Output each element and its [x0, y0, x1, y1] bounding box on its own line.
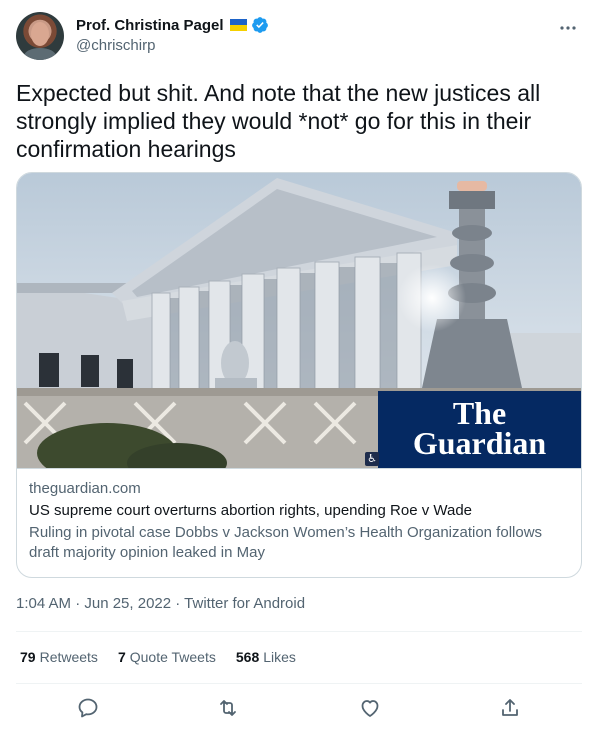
ukraine-flag-icon — [229, 19, 247, 31]
guardian-logo: The Guardian — [378, 391, 581, 468]
card-body[interactable]: theguardian.com US supreme court overtur… — [17, 468, 581, 563]
card-image[interactable]: The Guardian ♿ — [17, 173, 581, 468]
avatar[interactable] — [16, 12, 64, 60]
divider — [16, 683, 582, 684]
share-icon[interactable] — [498, 696, 522, 720]
tweet-stats: 79 Retweets 7 Quote Tweets 568 Likes — [20, 649, 296, 665]
tweet-timestamp[interactable]: 1:04 AM · Jun 25, 2022 · Twitter for And… — [16, 595, 305, 612]
link-card[interactable]: The Guardian ♿ theguardian.com US suprem… — [16, 172, 582, 578]
likes-stat[interactable]: 568 Likes — [236, 649, 296, 665]
user-info[interactable]: Prof. Christina Pagel @chrischirp — [76, 14, 269, 54]
accessibility-icon: ♿ — [365, 452, 379, 466]
tweet-actions — [16, 692, 582, 724]
reply-icon[interactable] — [76, 696, 100, 720]
retweets-stat[interactable]: 79 Retweets — [20, 649, 98, 665]
quote-tweets-stat[interactable]: 7 Quote Tweets — [118, 649, 216, 665]
retweet-icon[interactable] — [216, 696, 240, 720]
card-domain: theguardian.com — [29, 480, 141, 497]
more-icon[interactable] — [558, 18, 578, 38]
card-description: Ruling in pivotal case Dobbs v Jackson W… — [29, 524, 543, 561]
verified-badge-icon — [251, 17, 268, 33]
author-name[interactable]: Prof. Christina Pagel — [76, 17, 224, 34]
divider — [16, 631, 582, 632]
tweet-text: Expected but shit. And note that the new… — [16, 80, 541, 162]
heart-icon[interactable] — [358, 696, 382, 720]
tweet-header: Prof. Christina Pagel @chrischirp — [16, 12, 582, 62]
card-title: US supreme court overturns abortion righ… — [29, 502, 473, 519]
author-handle[interactable]: @chrischirp — [76, 37, 269, 54]
